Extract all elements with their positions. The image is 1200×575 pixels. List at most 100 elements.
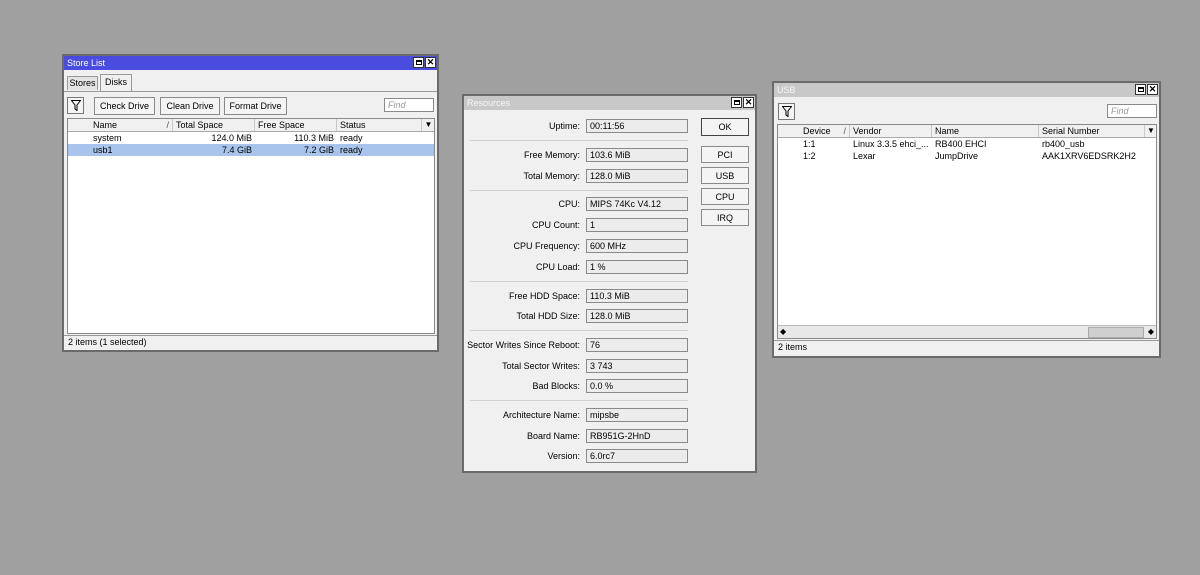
usb-button[interactable]: USB [701, 167, 749, 184]
maximize-icon[interactable] [731, 97, 742, 108]
resources-window[interactable]: Resources ✕ Uptime: 00:11:56 Free Memory… [462, 94, 757, 473]
cell-name: system [93, 133, 122, 143]
find-input[interactable]: Find [384, 98, 434, 112]
cpu-count-value: 1 [586, 218, 688, 232]
usb-table[interactable]: Device / Vendor Name Serial Number ▼ 1:1… [777, 124, 1157, 339]
column-header-total-space[interactable]: Total Space [173, 119, 255, 131]
sector-writes-label: Sector Writes Since Reboot: [467, 340, 580, 350]
uptime-label: Uptime: [548, 121, 580, 131]
filter-button[interactable] [67, 97, 84, 114]
cell-free-space: 110.3 MiB [294, 133, 334, 143]
free-memory-label: Free Memory: [523, 150, 580, 160]
clean-drive-button[interactable]: Clean Drive [160, 97, 220, 115]
cell-name: RB400 EHCI [935, 139, 987, 149]
sort-icon: / [843, 126, 846, 136]
cell-total-space: 124.0 MiB [211, 133, 252, 143]
store-list-window[interactable]: Store List ✕ Stores Disks Check Drive Cl… [62, 54, 439, 352]
usb-window[interactable]: USB ✕ Find Device / Vendor Name Serial N… [772, 81, 1161, 358]
total-memory-label: Total Memory: [523, 171, 580, 181]
maximize-icon[interactable] [1135, 84, 1146, 95]
scroll-right-icon[interactable]: ◆ [1148, 326, 1154, 338]
table-row[interactable]: 1:1 Linux 3.3.5 ehci_... RB400 EHCI rb40… [778, 138, 1156, 150]
check-drive-button[interactable]: Check Drive [94, 97, 155, 115]
cpu-frequency-value: 600 MHz [586, 239, 688, 253]
store-list-titlebar[interactable]: Store List ✕ [64, 56, 437, 70]
table-row[interactable]: 1:2 Lexar JumpDrive AAK1XRV6EDSRK2H2 [778, 150, 1156, 162]
cell-name: JumpDrive [935, 151, 979, 161]
close-icon[interactable]: ✕ [1147, 84, 1158, 95]
window-title: Resources [467, 98, 511, 108]
section-divider [470, 330, 688, 331]
bad-blocks-label: Bad Blocks: [532, 381, 580, 391]
usb-titlebar[interactable]: USB ✕ [774, 83, 1159, 97]
scrollbar-thumb[interactable] [1088, 327, 1144, 338]
column-header-device[interactable]: Device / [800, 125, 850, 137]
pci-button[interactable]: PCI [701, 146, 749, 163]
cpu-count-label: CPU Count: [531, 220, 580, 230]
section-divider [470, 140, 688, 141]
cell-vendor: Lexar [853, 151, 876, 161]
cpu-label: CPU: [558, 199, 580, 209]
disks-table[interactable]: Name / Total Space Free Space Status ▼ s… [67, 118, 435, 334]
ok-button[interactable]: OK [701, 118, 749, 136]
horizontal-scrollbar[interactable]: ◆ ◆ [778, 325, 1156, 338]
close-icon[interactable]: ✕ [743, 97, 754, 108]
cell-vendor: Linux 3.3.5 ehci_... [853, 139, 929, 149]
free-hdd-label: Free HDD Space: [508, 291, 580, 301]
column-label: Total Space [176, 120, 224, 130]
column-header-vendor[interactable]: Vendor [850, 125, 932, 137]
format-drive-button[interactable]: Format Drive [224, 97, 287, 115]
cpu-button[interactable]: CPU [701, 188, 749, 205]
free-hdd-value: 110.3 MiB [586, 289, 688, 303]
table-header: Device / Vendor Name Serial Number ▼ [778, 125, 1156, 138]
column-label: Device [803, 126, 831, 136]
filter-button[interactable] [778, 103, 795, 120]
cell-device: 1:1 [803, 139, 816, 149]
cell-serial-number: rb400_usb [1042, 139, 1085, 149]
column-header-name[interactable]: Name [932, 125, 1039, 137]
total-sector-writes-value: 3 743 [586, 359, 688, 373]
sector-writes-value: 76 [586, 338, 688, 352]
cpu-value: MIPS 74Kc V4.12 [586, 197, 688, 211]
dropdown-arrow-icon[interactable]: ▼ [422, 119, 434, 131]
scroll-left-icon[interactable]: ◆ [780, 326, 786, 338]
tab-stores[interactable]: Stores [67, 76, 98, 90]
column-header-name[interactable]: Name / [90, 119, 173, 131]
version-label: Version: [547, 451, 580, 461]
table-header: Name / Total Space Free Space Status ▼ [68, 119, 434, 132]
cpu-load-value: 1 % [586, 260, 688, 274]
status-bar: 2 items [778, 342, 808, 352]
bad-blocks-value: 0.0 % [586, 379, 688, 393]
column-header-status[interactable]: Status [337, 119, 422, 131]
column-header-serial-number[interactable]: Serial Number [1039, 125, 1145, 137]
column-label: Name [93, 120, 118, 130]
column-header-free-space[interactable]: Free Space [255, 119, 337, 131]
cell-serial-number: AAK1XRV6EDSRK2H2 [1042, 151, 1136, 161]
section-divider [470, 400, 688, 401]
tab-disks[interactable]: Disks [100, 74, 132, 91]
total-sector-writes-label: Total Sector Writes: [502, 361, 580, 371]
table-row[interactable]: usb1 7.4 GiB 7.2 GiB ready [68, 144, 434, 156]
column-label: Serial Number [1042, 126, 1100, 136]
section-divider [470, 281, 688, 282]
version-value: 6.0rc7 [586, 449, 688, 463]
dropdown-arrow-icon[interactable]: ▼ [1145, 125, 1156, 137]
cell-status: ready [340, 133, 363, 143]
cell-device: 1:2 [803, 151, 816, 161]
filter-icon [781, 106, 792, 117]
table-row[interactable]: system 124.0 MiB 110.3 MiB ready [68, 132, 434, 144]
maximize-icon[interactable] [413, 57, 424, 68]
total-hdd-value: 128.0 MiB [586, 309, 688, 323]
irq-button[interactable]: IRQ [701, 209, 749, 226]
cell-free-space: 7.2 GiB [303, 145, 334, 155]
find-input[interactable]: Find [1107, 104, 1157, 118]
column-label: Status [340, 120, 366, 130]
filter-icon [70, 100, 81, 111]
resources-titlebar[interactable]: Resources ✕ [464, 96, 755, 110]
close-icon[interactable]: ✕ [425, 57, 436, 68]
column-label: Vendor [853, 126, 882, 136]
status-divider [64, 335, 437, 336]
sort-icon: / [166, 120, 169, 130]
cell-total-space: 7.4 GiB [221, 145, 252, 155]
window-title: USB [777, 85, 796, 95]
